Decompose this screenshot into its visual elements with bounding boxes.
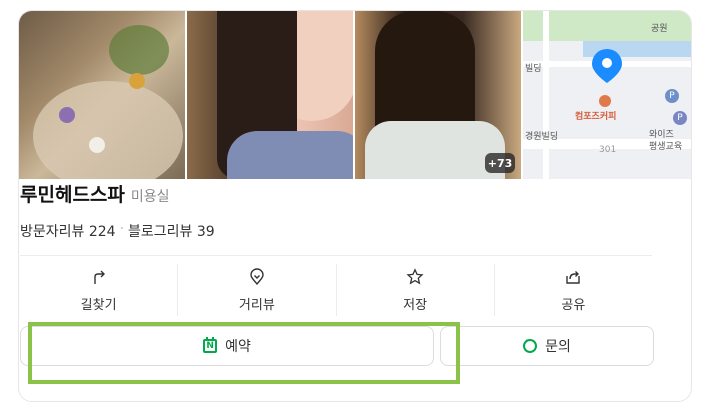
poi-icon: P	[673, 111, 687, 125]
long-hair-photo[interactable]	[187, 11, 353, 179]
reserve-button[interactable]: N 예약	[20, 326, 434, 366]
spa-tray-photo[interactable]	[19, 11, 185, 179]
directions-button[interactable]: 길찾기	[20, 264, 179, 316]
street-view-icon	[250, 268, 264, 286]
place-header: 루민헤드스파 미용실	[20, 180, 170, 207]
save-label: 저장	[403, 298, 428, 313]
street-view-button[interactable]: 거리뷰	[178, 264, 337, 316]
share-icon	[566, 271, 581, 284]
photo-strip: +73 공원 빌딩 경원빌딩 컴포즈커피 와이즈 평생교육 301 P P	[19, 11, 691, 179]
bob-hair-photo[interactable]: +73	[355, 11, 521, 179]
map-label-building: 빌딩	[525, 64, 542, 74]
street-view-label: 거리뷰	[238, 298, 275, 313]
directions-icon	[93, 270, 105, 284]
map-label-park: 공원	[651, 24, 668, 34]
action-bar: 길찾기 거리뷰 저장 공유	[20, 264, 652, 316]
map-label-number: 301	[599, 145, 617, 155]
blog-reviews-link[interactable]: 블로그리뷰 39	[128, 221, 215, 241]
map-thumbnail[interactable]: 공원 빌딩 경원빌딩 컴포즈커피 와이즈 평생교육 301 P P	[523, 11, 691, 179]
star-icon	[406, 268, 424, 285]
save-button[interactable]: 저장	[337, 264, 495, 316]
place-category: 미용실	[130, 189, 170, 205]
place-name[interactable]: 루민헤드스파	[20, 180, 125, 207]
map-label-right-bottom: 평생교육	[649, 142, 683, 152]
parking-icon: P	[665, 89, 679, 103]
inquiry-label: 문의	[545, 339, 571, 355]
cafe-icon	[599, 95, 611, 107]
map-pin-icon	[592, 49, 622, 83]
map-label-cafe: 컴포즈커피	[575, 112, 617, 122]
separator-dot: ·	[119, 221, 125, 237]
share-button[interactable]: 공유	[495, 264, 652, 316]
naver-calendar-icon: N	[203, 337, 218, 353]
more-photos-badge[interactable]: +73	[485, 153, 515, 173]
review-summary: 방문자리뷰 224 · 블로그리뷰 39	[20, 221, 215, 241]
visitor-reviews-link[interactable]: 방문자리뷰 224	[20, 221, 116, 241]
share-label: 공유	[561, 298, 586, 313]
divider	[20, 255, 652, 256]
map-label-building-left: 경원빌딩	[525, 132, 559, 142]
reserve-label: 예약	[225, 339, 251, 355]
directions-label: 길찾기	[80, 298, 117, 313]
inquiry-button[interactable]: 문의	[440, 326, 654, 366]
chat-icon	[523, 336, 538, 353]
